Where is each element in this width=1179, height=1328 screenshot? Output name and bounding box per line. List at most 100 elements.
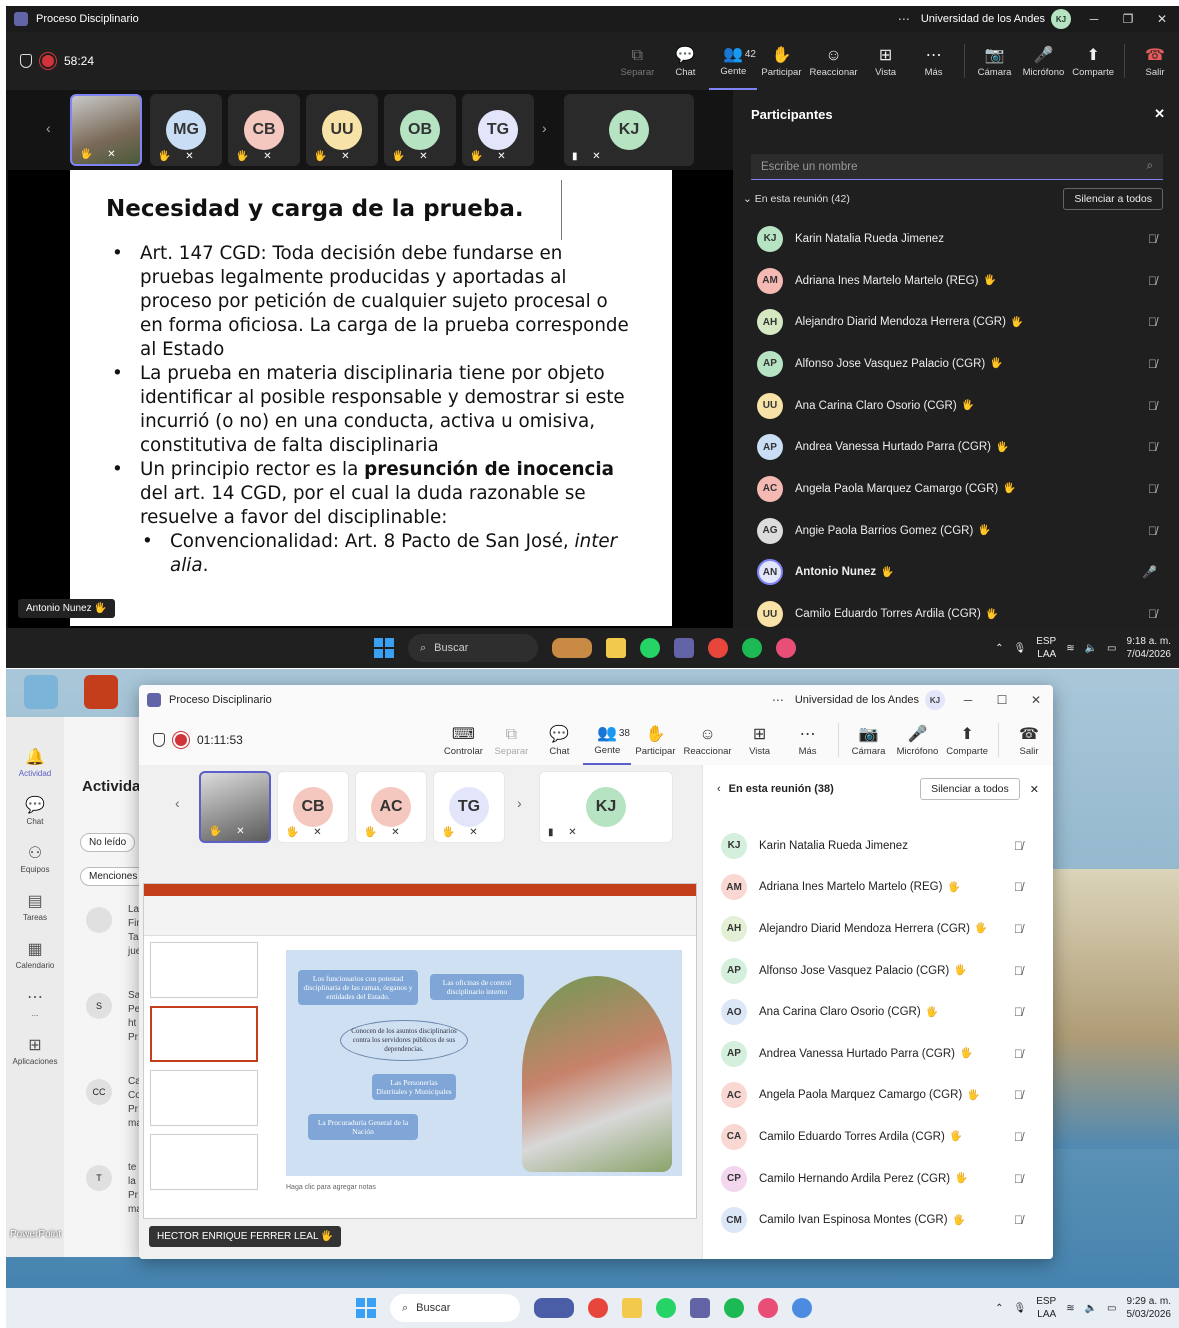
- recycle-bin-icon[interactable]: [24, 675, 58, 709]
- tile-participant[interactable]: UU 🖐 ✕: [306, 94, 378, 166]
- spotify-icon[interactable]: [742, 638, 762, 658]
- tool-mas[interactable]: ⋯ Más: [910, 32, 958, 90]
- mic-off-icon[interactable]: 🎙̸: [1014, 880, 1023, 894]
- whatsapp-icon[interactable]: [656, 1298, 676, 1318]
- tool-vista[interactable]: ⊞ Vista: [736, 715, 784, 765]
- mic-off-icon[interactable]: 🎙̸: [1014, 1213, 1023, 1227]
- participant-row[interactable]: AH Alejandro Diarid Mendoza Herrera (CGR)…: [735, 301, 1179, 343]
- volume-icon[interactable]: 🔈: [1085, 1303, 1097, 1314]
- maximize-button[interactable]: ☐: [985, 693, 1019, 707]
- tile-self[interactable]: 🖐 ✕: [199, 771, 271, 843]
- chevron-up-icon[interactable]: ⌃: [995, 1303, 1003, 1314]
- tool-gente[interactable]: 👥 38 Gente: [583, 715, 632, 765]
- back-icon[interactable]: ‹: [717, 783, 721, 795]
- tool-participar[interactable]: ✋ Participar: [631, 715, 679, 765]
- tile-participant[interactable]: TG 🖐 ✕: [433, 771, 505, 843]
- tool-controlar[interactable]: ⌨ Controlar: [439, 715, 487, 765]
- participant-row[interactable]: KJ Karin Natalia Rueda Jimenez 🎙̸: [735, 218, 1179, 260]
- powerpoint-label[interactable]: PowerPoint: [10, 1229, 61, 1240]
- chrome-icon[interactable]: [588, 1298, 608, 1318]
- account-avatar[interactable]: KJ: [925, 690, 945, 710]
- minimize-button[interactable]: ─: [1077, 12, 1111, 26]
- tool-microfono[interactable]: 🎤 Micrófono: [1019, 32, 1069, 90]
- mic-off-icon[interactable]: 🎙̸: [1014, 1005, 1023, 1019]
- mic-icon[interactable]: 🎤: [1142, 565, 1157, 579]
- mic-off-icon[interactable]: 🎙̸: [1148, 357, 1157, 371]
- rail-item[interactable]: ▦ Calendario: [6, 939, 64, 970]
- participant-row[interactable]: CM Camilo Ivan Espinosa Montes (CGR) 🖐 🎙̸: [703, 1199, 1053, 1241]
- volume-icon[interactable]: 🔈: [1085, 643, 1097, 654]
- more-icon[interactable]: ⋯: [887, 12, 921, 26]
- taskbar-search[interactable]: ⌕ Buscar: [408, 634, 538, 662]
- start-icon[interactable]: [356, 1298, 376, 1318]
- tool-vista[interactable]: ⊞ Vista: [862, 32, 910, 90]
- tool-gente[interactable]: 👥 42 Gente: [709, 32, 758, 90]
- chevron-right-icon[interactable]: ›: [517, 795, 522, 811]
- mic-off-icon[interactable]: 🎙̸: [1014, 964, 1023, 978]
- participant-row[interactable]: CP Camilo Hernando Ardila Perez (CGR) 🖐 🎙̸: [703, 1158, 1053, 1200]
- chevron-right-icon[interactable]: ›: [542, 120, 547, 136]
- participant-row[interactable]: AM Adriana Ines Martelo Martelo (REG) 🖐 🎙̸: [735, 260, 1179, 302]
- mic-muted-icon[interactable]: 🎙: [1013, 643, 1026, 654]
- rail-item[interactable]: ⋯...: [6, 987, 64, 1018]
- more-icon[interactable]: ⋯: [761, 693, 795, 707]
- start-icon[interactable]: [374, 638, 394, 658]
- powerpoint-desktop-icon[interactable]: [84, 675, 118, 709]
- explorer-icon[interactable]: [606, 638, 626, 658]
- tile-self[interactable]: 🖐 ✕: [70, 94, 142, 166]
- filter-mentions[interactable]: Menciones: [80, 867, 147, 886]
- mic-off-icon[interactable]: 🎙̸: [1014, 1172, 1023, 1186]
- close-icon[interactable]: ✕: [1030, 783, 1039, 796]
- battery-icon[interactable]: ▭: [1107, 643, 1116, 654]
- browser-icon[interactable]: [776, 638, 796, 658]
- tile-participant[interactable]: KJ ▮ ✕: [539, 771, 673, 843]
- participant-row[interactable]: CA Camilo Eduardo Torres Ardila (CGR) 🖐 🎙̸: [703, 1116, 1053, 1158]
- tool-chat[interactable]: 💬 Chat: [661, 32, 709, 90]
- participant-row[interactable]: KJ Karin Natalia Rueda Jimenez 🎙̸: [703, 825, 1053, 867]
- chrome-icon[interactable]: [708, 638, 728, 658]
- participant-row[interactable]: AO Ana Carina Claro Osorio (CGR) 🖐 🎙̸: [703, 991, 1053, 1033]
- rail-item[interactable]: 💬 Chat: [6, 795, 64, 826]
- mic-off-icon[interactable]: 🎙̸: [1014, 1088, 1023, 1102]
- chevron-left-icon[interactable]: ‹: [46, 120, 51, 136]
- participant-row[interactable]: AP Alfonso Jose Vasquez Palacio (CGR) 🖐 🎙̸: [735, 343, 1179, 385]
- tool-separar[interactable]: ⧉ Separar: [613, 32, 661, 90]
- mic-off-icon[interactable]: 🎙̸: [1148, 274, 1157, 288]
- participant-row[interactable]: AG Angie Paola Barrios Gomez (CGR) 🖐 🎙̸: [735, 510, 1179, 552]
- battery-icon[interactable]: ▭: [1107, 1303, 1116, 1314]
- tool-chat[interactable]: 💬 Chat: [535, 715, 583, 765]
- mic-off-icon[interactable]: 🎙̸: [1148, 607, 1157, 621]
- notes-hint[interactable]: Haga clic para agregar notas: [286, 1184, 376, 1191]
- rail-item[interactable]: ⊞ Aplicaciones: [6, 1035, 64, 1066]
- mic-off-icon[interactable]: 🎙̸: [1014, 839, 1023, 853]
- mic-off-icon[interactable]: 🎙̸: [1148, 482, 1157, 496]
- mic-off-icon[interactable]: 🎙̸: [1148, 524, 1157, 538]
- tile-participant[interactable]: CB 🖐 ✕: [228, 94, 300, 166]
- tile-participant[interactable]: MG 🖐 ✕: [150, 94, 222, 166]
- tile-participant[interactable]: AC 🖐 ✕: [355, 771, 427, 843]
- maximize-button[interactable]: ❐: [1111, 12, 1145, 26]
- widget-icon[interactable]: [552, 638, 592, 658]
- tool-microfono[interactable]: 🎤 Micrófono: [893, 715, 943, 765]
- browser2-icon[interactable]: [792, 1298, 812, 1318]
- tool-mas[interactable]: ⋯ Más: [784, 715, 832, 765]
- close-icon[interactable]: ✕: [1154, 106, 1165, 122]
- tool-camara[interactable]: 📷 Cámara: [971, 32, 1019, 90]
- meeting-count[interactable]: ⌄ En esta reunión (42): [743, 193, 850, 205]
- tool-salir[interactable]: ☎ Salir: [1131, 32, 1179, 90]
- close-button[interactable]: ✕: [1145, 12, 1179, 26]
- clock[interactable]: 9:29 a. m. 5/03/2026: [1127, 1295, 1172, 1321]
- mic-off-icon[interactable]: 🎙̸: [1014, 1130, 1023, 1144]
- teams-icon[interactable]: [674, 638, 694, 658]
- participant-row[interactable]: UU Ana Carina Claro Osorio (CGR) 🖐 🎙̸: [735, 385, 1179, 427]
- tool-reaccionar[interactable]: ☺ Reaccionar: [680, 715, 736, 765]
- mute-all-button[interactable]: Silenciar a todos: [920, 778, 1020, 800]
- teams-icon[interactable]: [690, 1298, 710, 1318]
- taskbar-search[interactable]: ⌕ Buscar: [390, 1294, 520, 1322]
- explorer-icon[interactable]: [622, 1298, 642, 1318]
- tool-comparte[interactable]: ⬆ Comparte: [942, 715, 992, 765]
- search-input[interactable]: Escribe un nombre ⌕: [751, 154, 1163, 180]
- close-button[interactable]: ✕: [1019, 693, 1053, 707]
- tile-participant[interactable]: CB 🖐 ✕: [277, 771, 349, 843]
- participant-row[interactable]: AP Andrea Vanessa Hurtado Parra (CGR) 🖐 🎙̸: [735, 426, 1179, 468]
